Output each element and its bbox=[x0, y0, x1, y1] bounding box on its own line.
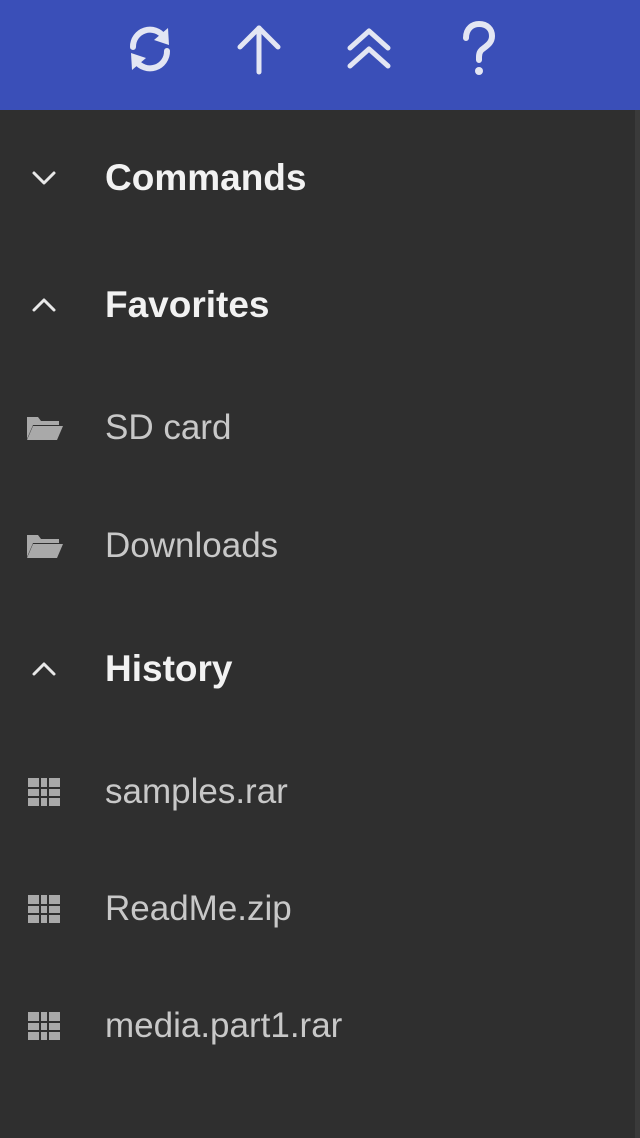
history-item[interactable]: samples.rar bbox=[0, 754, 635, 830]
archive-icon bbox=[22, 887, 66, 931]
refresh-button[interactable] bbox=[114, 16, 186, 82]
up-button[interactable] bbox=[223, 16, 295, 82]
folder-icon bbox=[22, 524, 66, 568]
section-label: Favorites bbox=[105, 284, 270, 325]
section-label: History bbox=[105, 648, 233, 689]
section-favorites[interactable]: Favorites bbox=[0, 267, 635, 343]
navigation-drawer: Commands Favorites SD card Downloads His… bbox=[0, 0, 640, 1138]
item-label: media.part1.rar bbox=[105, 1006, 343, 1045]
favorite-item[interactable]: Downloads bbox=[0, 508, 635, 584]
chevron-up-icon bbox=[22, 647, 66, 691]
double-chevron-up-icon bbox=[347, 28, 391, 69]
archive-icon bbox=[22, 1004, 66, 1048]
chevron-down-icon bbox=[22, 156, 66, 200]
item-label: SD card bbox=[105, 408, 232, 447]
folder-icon bbox=[22, 406, 66, 450]
item-label: ReadMe.zip bbox=[105, 889, 292, 928]
help-button[interactable] bbox=[443, 16, 515, 82]
arrow-up-icon bbox=[237, 25, 281, 75]
section-label: Commands bbox=[105, 157, 307, 198]
item-label: Downloads bbox=[105, 526, 279, 565]
favorite-item[interactable]: SD card bbox=[0, 390, 635, 466]
archive-icon bbox=[22, 770, 66, 814]
toolbar bbox=[0, 0, 640, 110]
chevron-up-icon bbox=[22, 283, 66, 327]
section-commands[interactable]: Commands bbox=[0, 140, 635, 216]
go-to-top-button[interactable] bbox=[333, 16, 405, 82]
history-item[interactable]: media.part1.rar bbox=[0, 988, 635, 1064]
refresh-icon bbox=[129, 26, 171, 72]
question-mark-icon bbox=[463, 20, 496, 75]
item-label: samples.rar bbox=[105, 772, 288, 811]
history-item[interactable]: ReadMe.zip bbox=[0, 871, 635, 947]
drawer-edge bbox=[635, 110, 640, 1138]
section-history[interactable]: History bbox=[0, 631, 635, 707]
